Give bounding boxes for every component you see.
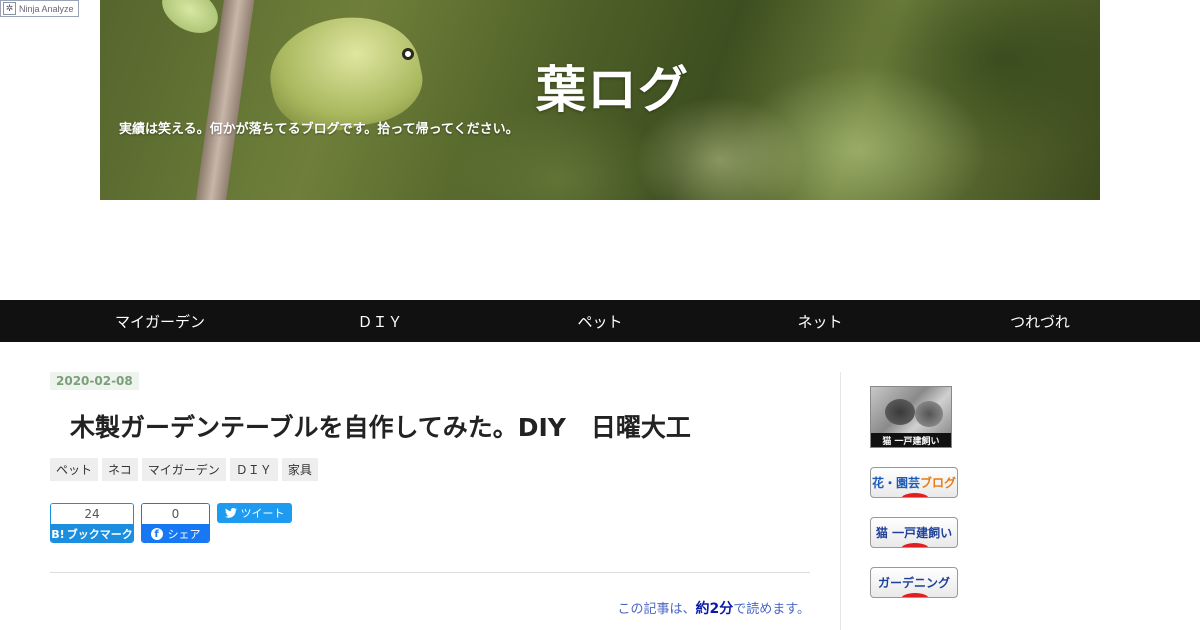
category-pet[interactable]: ペット	[50, 458, 99, 481]
hatena-icon: B!	[51, 527, 65, 541]
read-time-notice: この記事は、約2分で読めます。	[50, 598, 810, 618]
banner-text: ガーデニング	[877, 576, 950, 590]
blog-header[interactable]: 葉ログ 実績は笑える。何かが落ちてるブログです。拾って帰ってください。	[100, 0, 1100, 200]
tweet-label: ツイート	[240, 507, 285, 520]
facebook-count: 0	[142, 504, 209, 524]
blog-ranking-banner-garden[interactable]: ガーデニング	[870, 567, 958, 598]
share-buttons: 24 B! ブックマーク 0 f シェア ツイート	[50, 503, 810, 543]
banner-text: ブログ	[920, 476, 957, 490]
read-time-prefix: この記事は、	[617, 602, 696, 617]
header-bird-eye	[402, 48, 414, 60]
article-title[interactable]: 木製ガーデンテーブルを自作してみた。DIY 日曜大工	[50, 408, 810, 444]
site-description: 実績は笑える。何かが落ちてるブログです。拾って帰ってください。	[119, 122, 519, 137]
banner-text: 花・園芸	[871, 476, 920, 490]
banner-red-mark	[901, 493, 929, 497]
category-neko[interactable]: ネコ	[102, 458, 138, 481]
category-diy[interactable]: ＤＩＹ	[229, 458, 278, 481]
global-nav: マイガーデン ＤＩＹ ペット ネット つれづれ	[0, 300, 1200, 342]
facebook-label: シェア	[167, 528, 201, 541]
banner-red-mark	[901, 593, 929, 597]
tweet-button[interactable]: ツイート	[217, 503, 292, 523]
hatena-count: 24	[51, 504, 133, 524]
site-title[interactable]: 葉ログ	[536, 50, 689, 122]
twitter-bird-icon	[224, 508, 237, 518]
read-time-suffix: で読めます。	[733, 602, 810, 617]
facebook-icon: f	[150, 528, 163, 540]
category-list: ペット ネコ マイガーデン ＤＩＹ 家具	[50, 458, 810, 481]
nav-item-my-garden[interactable]: マイガーデン	[50, 300, 270, 342]
nav-item-diy[interactable]: ＤＩＹ	[270, 300, 490, 342]
nav-item-pet[interactable]: ペット	[490, 300, 710, 342]
thumb-cat-image	[885, 399, 915, 425]
nav-item-tsurezure[interactable]: つれづれ	[930, 300, 1150, 342]
article-divider	[50, 572, 810, 573]
sidebar-divider	[840, 372, 841, 630]
sidebar: 猫 一戸建飼い 花・園芸 ブログ 猫 一戸建飼い ガーデニング	[870, 386, 958, 598]
nav-item-net[interactable]: ネット	[710, 300, 930, 342]
ninja-analyze-icon: ✲	[3, 2, 16, 15]
hatena-bookmark-button[interactable]: 24 B! ブックマーク	[50, 503, 134, 543]
article-date[interactable]: 2020-02-08	[50, 372, 139, 390]
ninja-analyze-badge[interactable]: ✲ Ninja Analyze	[0, 0, 79, 17]
thumb-cat-image	[915, 401, 943, 427]
header-leaf-image	[154, 0, 226, 43]
category-my-garden[interactable]: マイガーデン	[141, 458, 226, 481]
ninja-analyze-label: Ninja Analyze	[19, 3, 74, 14]
banner-red-mark	[901, 543, 929, 547]
blog-ranking-banner-gardening[interactable]: 花・園芸 ブログ	[870, 467, 958, 498]
banner-text: 猫 一戸建飼い	[875, 526, 953, 540]
thumb-caption: 猫 一戸建飼い	[871, 433, 951, 447]
category-furniture[interactable]: 家具	[281, 458, 318, 481]
sidebar-cat-thumbnail[interactable]: 猫 一戸建飼い	[870, 386, 952, 448]
hatena-label: ブックマーク	[66, 528, 133, 541]
facebook-share-button[interactable]: 0 f シェア	[141, 503, 210, 543]
article: 2020-02-08 木製ガーデンテーブルを自作してみた。DIY 日曜大工 ペッ…	[50, 370, 810, 618]
read-time-value: 約2分	[695, 601, 734, 617]
blog-ranking-banner-cat[interactable]: 猫 一戸建飼い	[870, 517, 958, 548]
